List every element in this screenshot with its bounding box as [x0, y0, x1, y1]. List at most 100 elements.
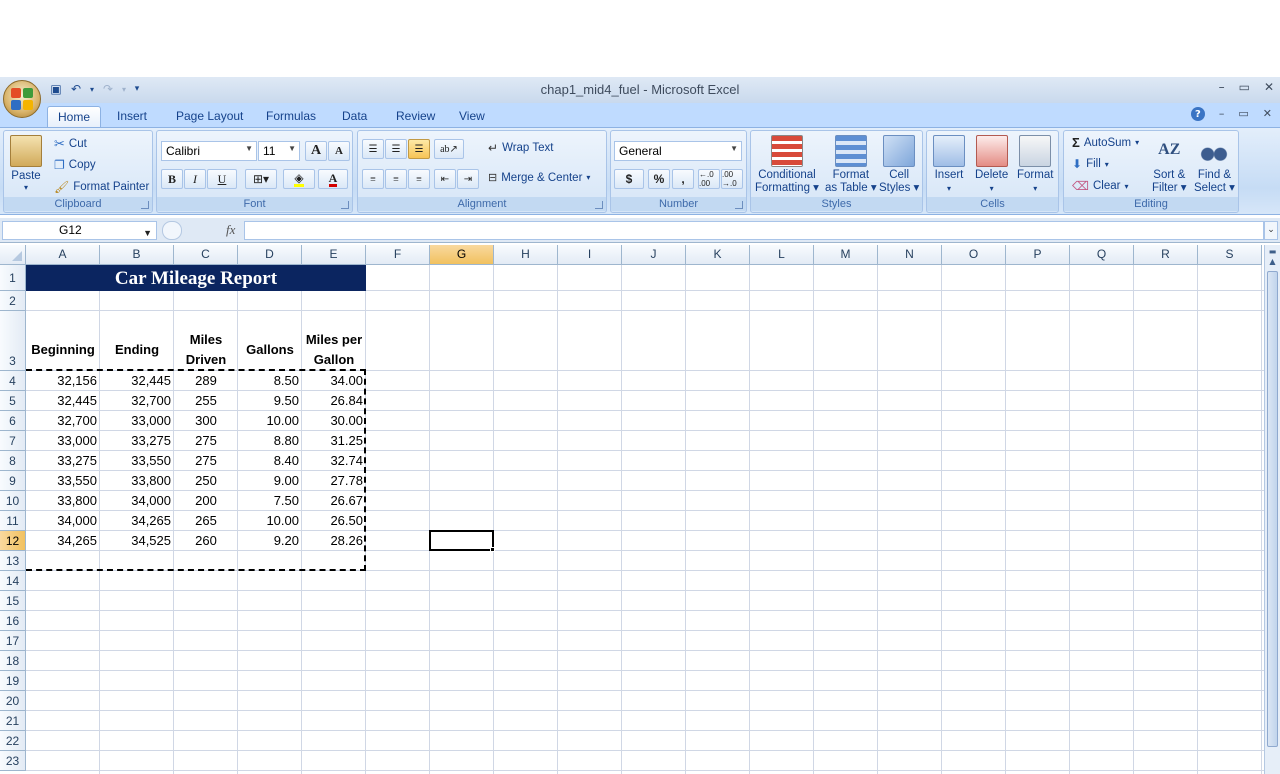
format-as-table-button[interactable]: Format as Table ▾ [825, 135, 877, 195]
row-header[interactable]: 15 [0, 591, 26, 611]
column-header[interactable]: C [174, 245, 238, 265]
row-header[interactable]: 11 [0, 511, 26, 531]
column-header[interactable]: I [558, 245, 622, 265]
font-color-button[interactable]: A [318, 169, 348, 189]
row-header[interactable]: 7 [0, 431, 26, 451]
number-launcher-icon[interactable] [735, 201, 743, 209]
column-header[interactable]: D [238, 245, 302, 265]
tab-formulas[interactable]: Formulas [256, 106, 326, 127]
increase-indent-button[interactable]: ⇥ [457, 169, 479, 189]
scrollbar-thumb[interactable] [1267, 271, 1278, 747]
orientation-button[interactable]: ab↗ [434, 139, 464, 159]
borders-button[interactable]: ⊞▾ [245, 169, 277, 189]
column-header[interactable]: G [430, 245, 494, 265]
merge-center-button[interactable]: ⊟ Merge & Center ▾ [488, 171, 590, 185]
paste-button[interactable]: Paste ▾ [10, 135, 42, 192]
minimize-icon[interactable]: – [1219, 80, 1225, 94]
active-cell[interactable] [429, 530, 494, 551]
column-header[interactable]: L [750, 245, 814, 265]
tab-review[interactable]: Review [386, 106, 445, 127]
row-header[interactable]: 5 [0, 391, 26, 411]
row-header[interactable]: 18 [0, 651, 26, 671]
office-button[interactable] [3, 80, 41, 118]
column-header[interactable]: F [366, 245, 430, 265]
row-header[interactable]: 8 [0, 451, 26, 471]
tab-page-layout[interactable]: Page Layout [166, 106, 253, 127]
expand-formula-bar-icon[interactable]: ⌄ [1264, 221, 1278, 240]
column-header[interactable]: E [302, 245, 366, 265]
clipboard-launcher-icon[interactable] [141, 201, 149, 209]
cut-button[interactable]: ✂ Cut [54, 136, 87, 152]
row-header[interactable]: 9 [0, 471, 26, 491]
grow-font-button[interactable]: A [305, 141, 327, 161]
row-header[interactable]: 2 [0, 291, 26, 311]
align-bottom-button[interactable]: ☰ [408, 139, 430, 159]
tab-insert[interactable]: Insert [107, 106, 157, 127]
tab-home[interactable]: Home [47, 106, 102, 127]
report-title-cell[interactable]: Car Mileage Report [26, 265, 366, 291]
currency-button[interactable]: $ [614, 169, 644, 189]
column-header[interactable]: P [1006, 245, 1070, 265]
column-header[interactable]: K [686, 245, 750, 265]
wrap-text-button[interactable]: ↵ Wrap Text [488, 141, 553, 155]
align-right-button[interactable]: ≡ [408, 169, 430, 189]
column-header[interactable]: S [1198, 245, 1262, 265]
name-box[interactable]: G12 ▼ [2, 221, 157, 240]
font-size-combo[interactable]: 11 ▼ [258, 141, 300, 161]
select-all-corner[interactable] [0, 245, 26, 265]
fill-button[interactable]: ⬇ Fill ▾ [1072, 157, 1109, 171]
decrease-decimal-button[interactable]: .00 →.0 [721, 169, 743, 189]
column-header[interactable]: B [100, 245, 174, 265]
insert-cells-button[interactable]: Insert ▾ [933, 135, 965, 195]
column-header[interactable]: N [878, 245, 942, 265]
wb-close-icon[interactable]: ✕ [1263, 107, 1272, 121]
row-header[interactable]: 3 [0, 311, 26, 371]
column-header[interactable]: O [942, 245, 1006, 265]
chevron-down-icon[interactable]: ▼ [143, 225, 152, 242]
row-header[interactable]: 6 [0, 411, 26, 431]
italic-button[interactable]: I [184, 169, 206, 189]
insert-function-icon[interactable]: fx [226, 222, 235, 238]
percent-button[interactable]: % [648, 169, 670, 189]
shrink-font-button[interactable]: A [328, 141, 350, 161]
clear-button[interactable]: ⌫ Clear ▾ [1072, 179, 1128, 193]
column-header[interactable]: A [26, 245, 100, 265]
underline-button[interactable]: U [207, 169, 237, 189]
split-box-icon[interactable]: ▬ [1267, 247, 1278, 256]
close-icon[interactable]: ✕ [1264, 80, 1274, 94]
align-center-button[interactable]: ≡ [385, 169, 407, 189]
row-header[interactable]: 14 [0, 571, 26, 591]
row-header[interactable]: 12 [0, 531, 26, 551]
bold-button[interactable]: B [161, 169, 183, 189]
column-header[interactable]: R [1134, 245, 1198, 265]
number-format-combo[interactable]: General ▼ [614, 141, 742, 161]
alignment-launcher-icon[interactable] [595, 201, 603, 209]
sort-filter-button[interactable]: AZ Sort & Filter ▾ [1152, 135, 1187, 195]
worksheet-grid[interactable]: A B C D E F G H I J K L M N O P Q R S 1 2 3 4 5 6 7 8 9 10 11 12 13 14 15… [0, 245, 1264, 774]
row-header[interactable]: 17 [0, 631, 26, 651]
align-top-button[interactable]: ☰ [362, 139, 384, 159]
row-header[interactable]: 10 [0, 491, 26, 511]
column-header-cell[interactable]: Gallons [238, 311, 302, 371]
column-header-cell[interactable]: Miles Driven [174, 311, 238, 371]
delete-cells-button[interactable]: Delete ▾ [975, 135, 1008, 195]
wb-minimize-icon[interactable]: – [1219, 107, 1225, 121]
row-header[interactable]: 4 [0, 371, 26, 391]
column-header[interactable]: M [814, 245, 878, 265]
formula-input[interactable] [244, 221, 1264, 240]
column-header-cell[interactable]: Miles per Gallon [302, 311, 366, 371]
tab-view[interactable]: View [449, 106, 495, 127]
row-header[interactable]: 21 [0, 711, 26, 731]
format-painter-button[interactable]: 🖌 Format Painter [54, 180, 149, 194]
font-name-combo[interactable]: Calibri ▼ [161, 141, 257, 161]
vertical-scrollbar[interactable]: ▬ ▲ [1264, 245, 1280, 774]
column-header-cell[interactable]: Beginning [26, 311, 100, 371]
column-header[interactable]: H [494, 245, 558, 265]
column-header[interactable]: J [622, 245, 686, 265]
fill-handle[interactable] [490, 547, 495, 552]
fill-color-button[interactable]: ◈ [283, 169, 315, 189]
column-header[interactable]: Q [1070, 245, 1134, 265]
restore-icon[interactable]: ▭ [1239, 80, 1250, 94]
find-select-button[interactable]: Find & Select ▾ [1194, 135, 1235, 195]
increase-decimal-button[interactable]: ←.0 .00 [698, 169, 720, 189]
